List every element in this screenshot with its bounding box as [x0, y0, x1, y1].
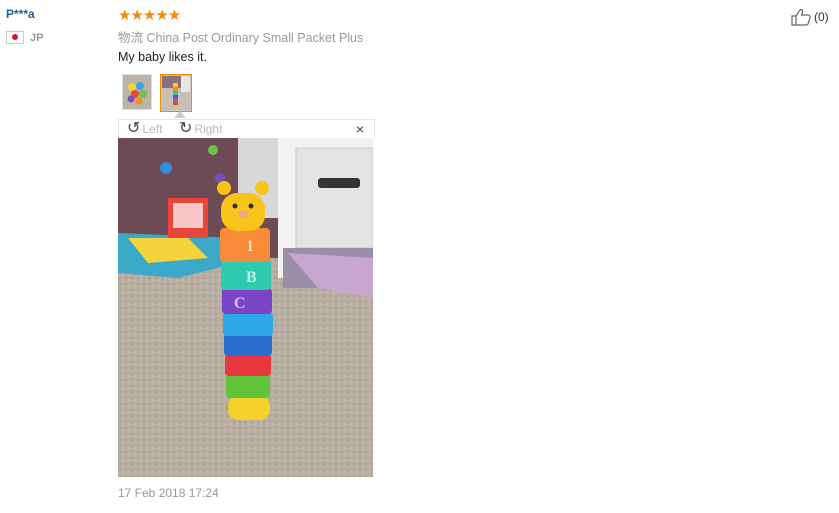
close-icon[interactable]: × [356, 121, 364, 137]
rotate-right-icon: ↻ [179, 120, 193, 137]
review-photo: 1 B C [118, 138, 373, 477]
helpful-count: (0) [814, 10, 829, 24]
review-text: My baby likes it. [118, 50, 207, 64]
rotate-left-icon: ↺ [127, 120, 141, 137]
reviewer-name: P***a [6, 7, 35, 21]
svg-text:B: B [246, 269, 257, 286]
rotate-left-label: Left [142, 122, 163, 136]
svg-text:1: 1 [246, 238, 254, 255]
image-viewer-toolbar: ↺ Left ↻ Right × [118, 119, 375, 139]
svg-text:C: C [234, 295, 246, 312]
review-image-thumbnail[interactable] [122, 74, 152, 110]
review-image-thumbnails [122, 74, 192, 112]
logistics-label: 物流 [118, 31, 144, 45]
review-image-thumbnail-selected[interactable] [160, 74, 192, 112]
selected-thumbnail-pointer [174, 111, 186, 118]
star-rating: ★★★★★ [118, 7, 181, 24]
rotate-left-button[interactable]: ↺ Left [127, 121, 162, 137]
rotate-right-button[interactable]: ↻ Right [179, 121, 222, 137]
helpful-button[interactable]: (0) [790, 8, 829, 26]
rotate-right-label: Right [194, 122, 223, 136]
logistics-info: 物流 China Post Ordinary Small Packet Plus [118, 27, 363, 46]
review-date: 17 Feb 2018 17:24 [118, 486, 219, 500]
thumbs-up-icon [791, 8, 811, 26]
japan-flag-icon [6, 31, 24, 44]
country-code: JP [30, 31, 44, 44]
logistics-value: China Post Ordinary Small Packet Plus [146, 31, 364, 45]
reviewer-country: JP [6, 31, 43, 44]
